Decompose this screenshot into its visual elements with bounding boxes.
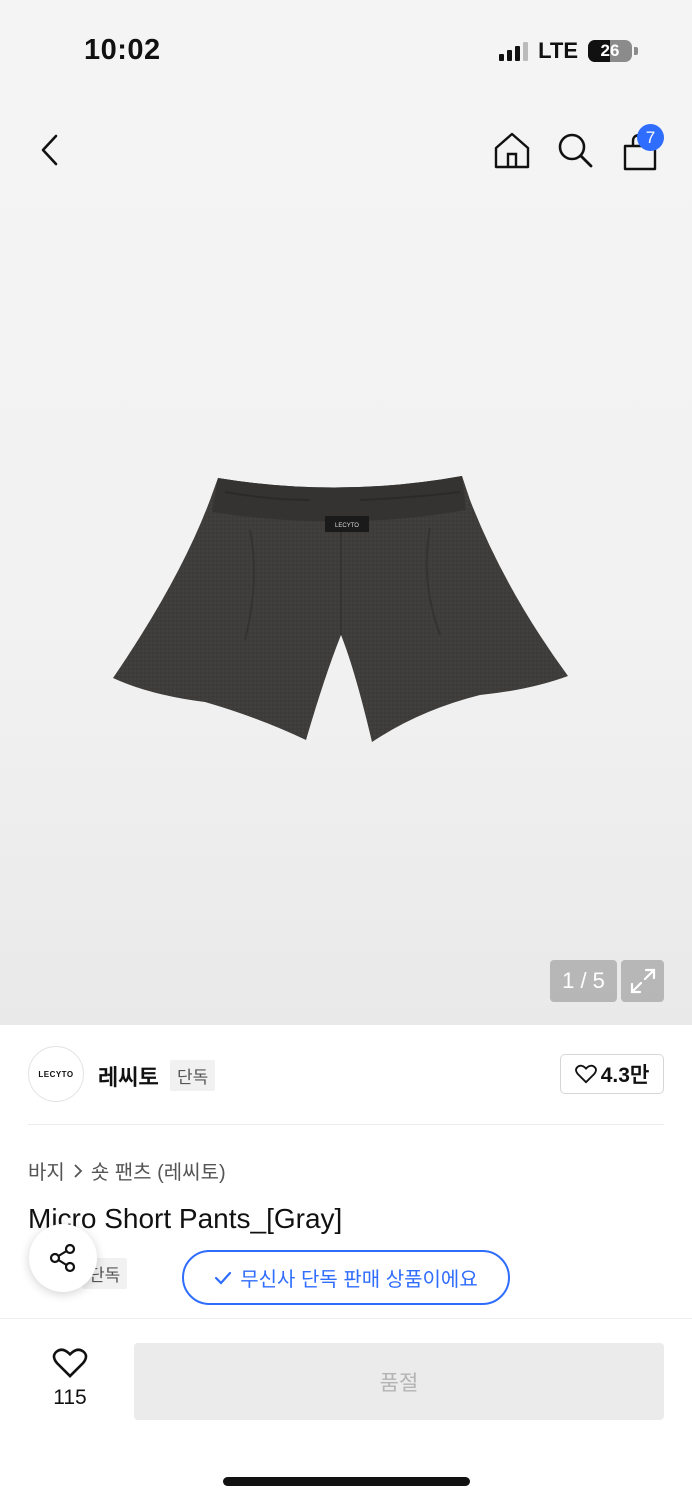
brand-row: LECYTO 레씨토 단독 4.3만 xyxy=(28,1046,664,1104)
share-button[interactable] xyxy=(29,1224,97,1292)
home-icon xyxy=(494,132,530,169)
breadcrumb-subcategory[interactable]: 숏 팬츠 (레씨토) xyxy=(91,1156,226,1185)
status-indicators: LTE 26 xyxy=(499,38,638,64)
cart-count-badge: 7 xyxy=(637,124,664,151)
divider xyxy=(28,1124,664,1125)
expand-icon xyxy=(630,968,655,994)
chevron-right-icon xyxy=(74,1163,83,1178)
exclusive-notice-pill: 무신사 단독 판매 상품이에요 xyxy=(182,1250,510,1305)
status-time: 10:02 xyxy=(84,34,161,66)
back-button[interactable] xyxy=(28,128,72,172)
product-image[interactable]: LECYTO xyxy=(110,470,572,750)
network-label: LTE xyxy=(538,38,578,63)
brand-name[interactable]: 레씨토 xyxy=(98,1060,159,1092)
expand-button[interactable] xyxy=(621,960,664,1002)
battery-icon: 26 xyxy=(588,40,632,62)
battery-level: 26 xyxy=(600,41,620,60)
search-icon xyxy=(558,133,593,168)
product-label-text: LECYTO xyxy=(335,523,359,529)
share-icon xyxy=(49,1243,76,1273)
battery-tip xyxy=(634,47,638,55)
exclusive-notice-text: 무신사 단독 판매 상품이에요 xyxy=(240,1269,478,1291)
check-icon xyxy=(215,1271,232,1285)
sold-out-button[interactable]: 품절 xyxy=(134,1343,664,1420)
breadcrumb-category[interactable]: 바지 xyxy=(28,1156,65,1185)
image-counter: 1 / 5 xyxy=(550,960,617,1002)
chevron-left-icon xyxy=(41,134,58,166)
breadcrumb: 바지 숏 팬츠 (레씨토) xyxy=(28,1156,226,1185)
cart-button[interactable]: 7 xyxy=(618,124,664,174)
home-indicator xyxy=(223,1477,470,1486)
brand-like-count: 4.3만 xyxy=(600,1064,650,1087)
wishlist-count: 115 xyxy=(53,1386,87,1409)
brand-logo[interactable]: LECYTO xyxy=(28,1046,84,1102)
brand-like-button[interactable]: 4.3만 xyxy=(560,1054,664,1094)
signal-icon xyxy=(499,41,529,61)
exclusive-tag: 단독 xyxy=(170,1060,216,1091)
heart-icon xyxy=(52,1348,88,1378)
bottom-action-bar: 115 품절 xyxy=(0,1318,692,1501)
home-button[interactable] xyxy=(490,128,534,172)
heart-icon xyxy=(574,1064,597,1084)
product-gallery[interactable]: 10:02 LTE 26 7 LECYTO 1 / 5 xyxy=(0,0,692,1025)
search-button[interactable] xyxy=(553,128,597,172)
wishlist-button[interactable]: 115 xyxy=(38,1347,102,1410)
